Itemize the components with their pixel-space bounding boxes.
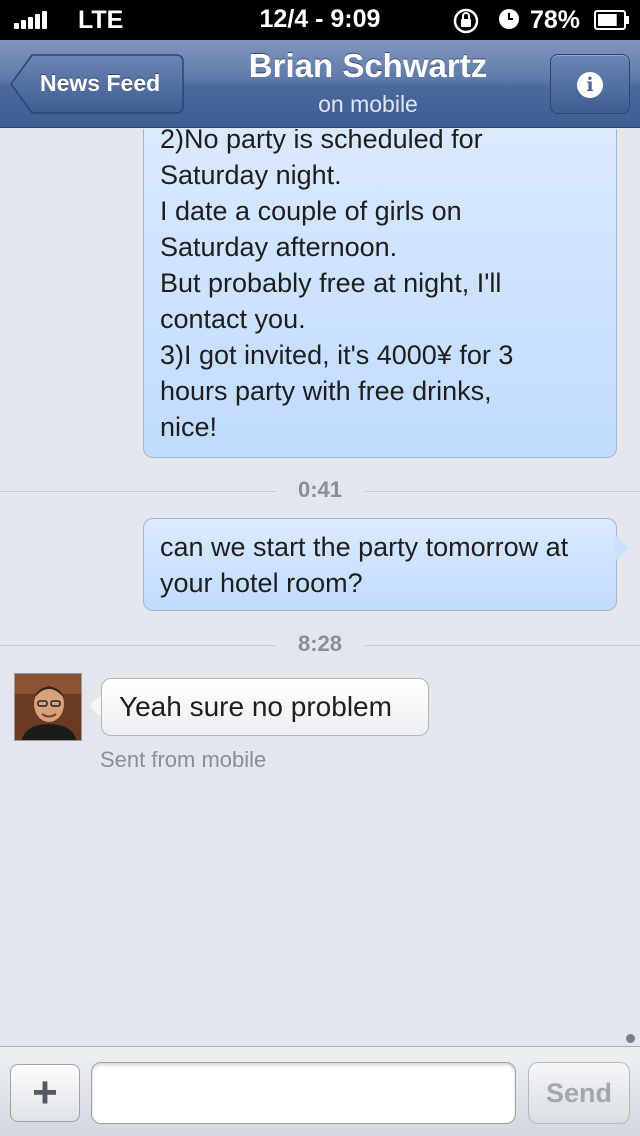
info-button[interactable]: i bbox=[550, 54, 630, 114]
incoming-message: Yeah sure no problem bbox=[101, 678, 429, 736]
alarm-icon bbox=[499, 9, 519, 29]
info-icon: i bbox=[577, 72, 603, 98]
message-thread[interactable]: 2)No party is scheduled for Saturday nig… bbox=[0, 129, 640, 1046]
back-button[interactable]: News Feed bbox=[10, 54, 184, 114]
send-button[interactable]: Send bbox=[528, 1062, 630, 1124]
add-attachment-button[interactable]: + bbox=[10, 1064, 80, 1122]
timestamp: 0:41 bbox=[297, 477, 343, 502]
avatar-photo bbox=[15, 674, 81, 740]
compose-bar: + Send bbox=[0, 1046, 640, 1136]
status-bar: LTE 12/4 - 9:09 78% bbox=[0, 0, 640, 40]
message-meta: Sent from mobile bbox=[100, 747, 267, 772]
outgoing-message: 2)No party is scheduled for Saturday nig… bbox=[143, 129, 617, 458]
message-input[interactable] bbox=[91, 1062, 516, 1124]
bubble-tail bbox=[615, 535, 629, 561]
timestamp-divider: 0:41 bbox=[0, 477, 640, 507]
scroll-indicator bbox=[626, 1034, 635, 1043]
rotation-lock-icon bbox=[453, 8, 479, 34]
conversation-title: Brian Schwartz bbox=[248, 47, 488, 84]
battery-percent: 78% bbox=[530, 6, 581, 34]
back-button-label: News Feed bbox=[40, 70, 161, 96]
nav-bar: News Feed Brian Schwartz on mobile i bbox=[0, 40, 640, 128]
outgoing-message: can we start the party tomorrow at your … bbox=[143, 518, 617, 611]
conversation-subtitle: on mobile bbox=[318, 91, 418, 117]
battery-icon bbox=[594, 10, 629, 30]
timestamp: 8:28 bbox=[297, 631, 343, 656]
timestamp-divider: 8:28 bbox=[0, 631, 640, 661]
avatar[interactable] bbox=[14, 673, 82, 741]
